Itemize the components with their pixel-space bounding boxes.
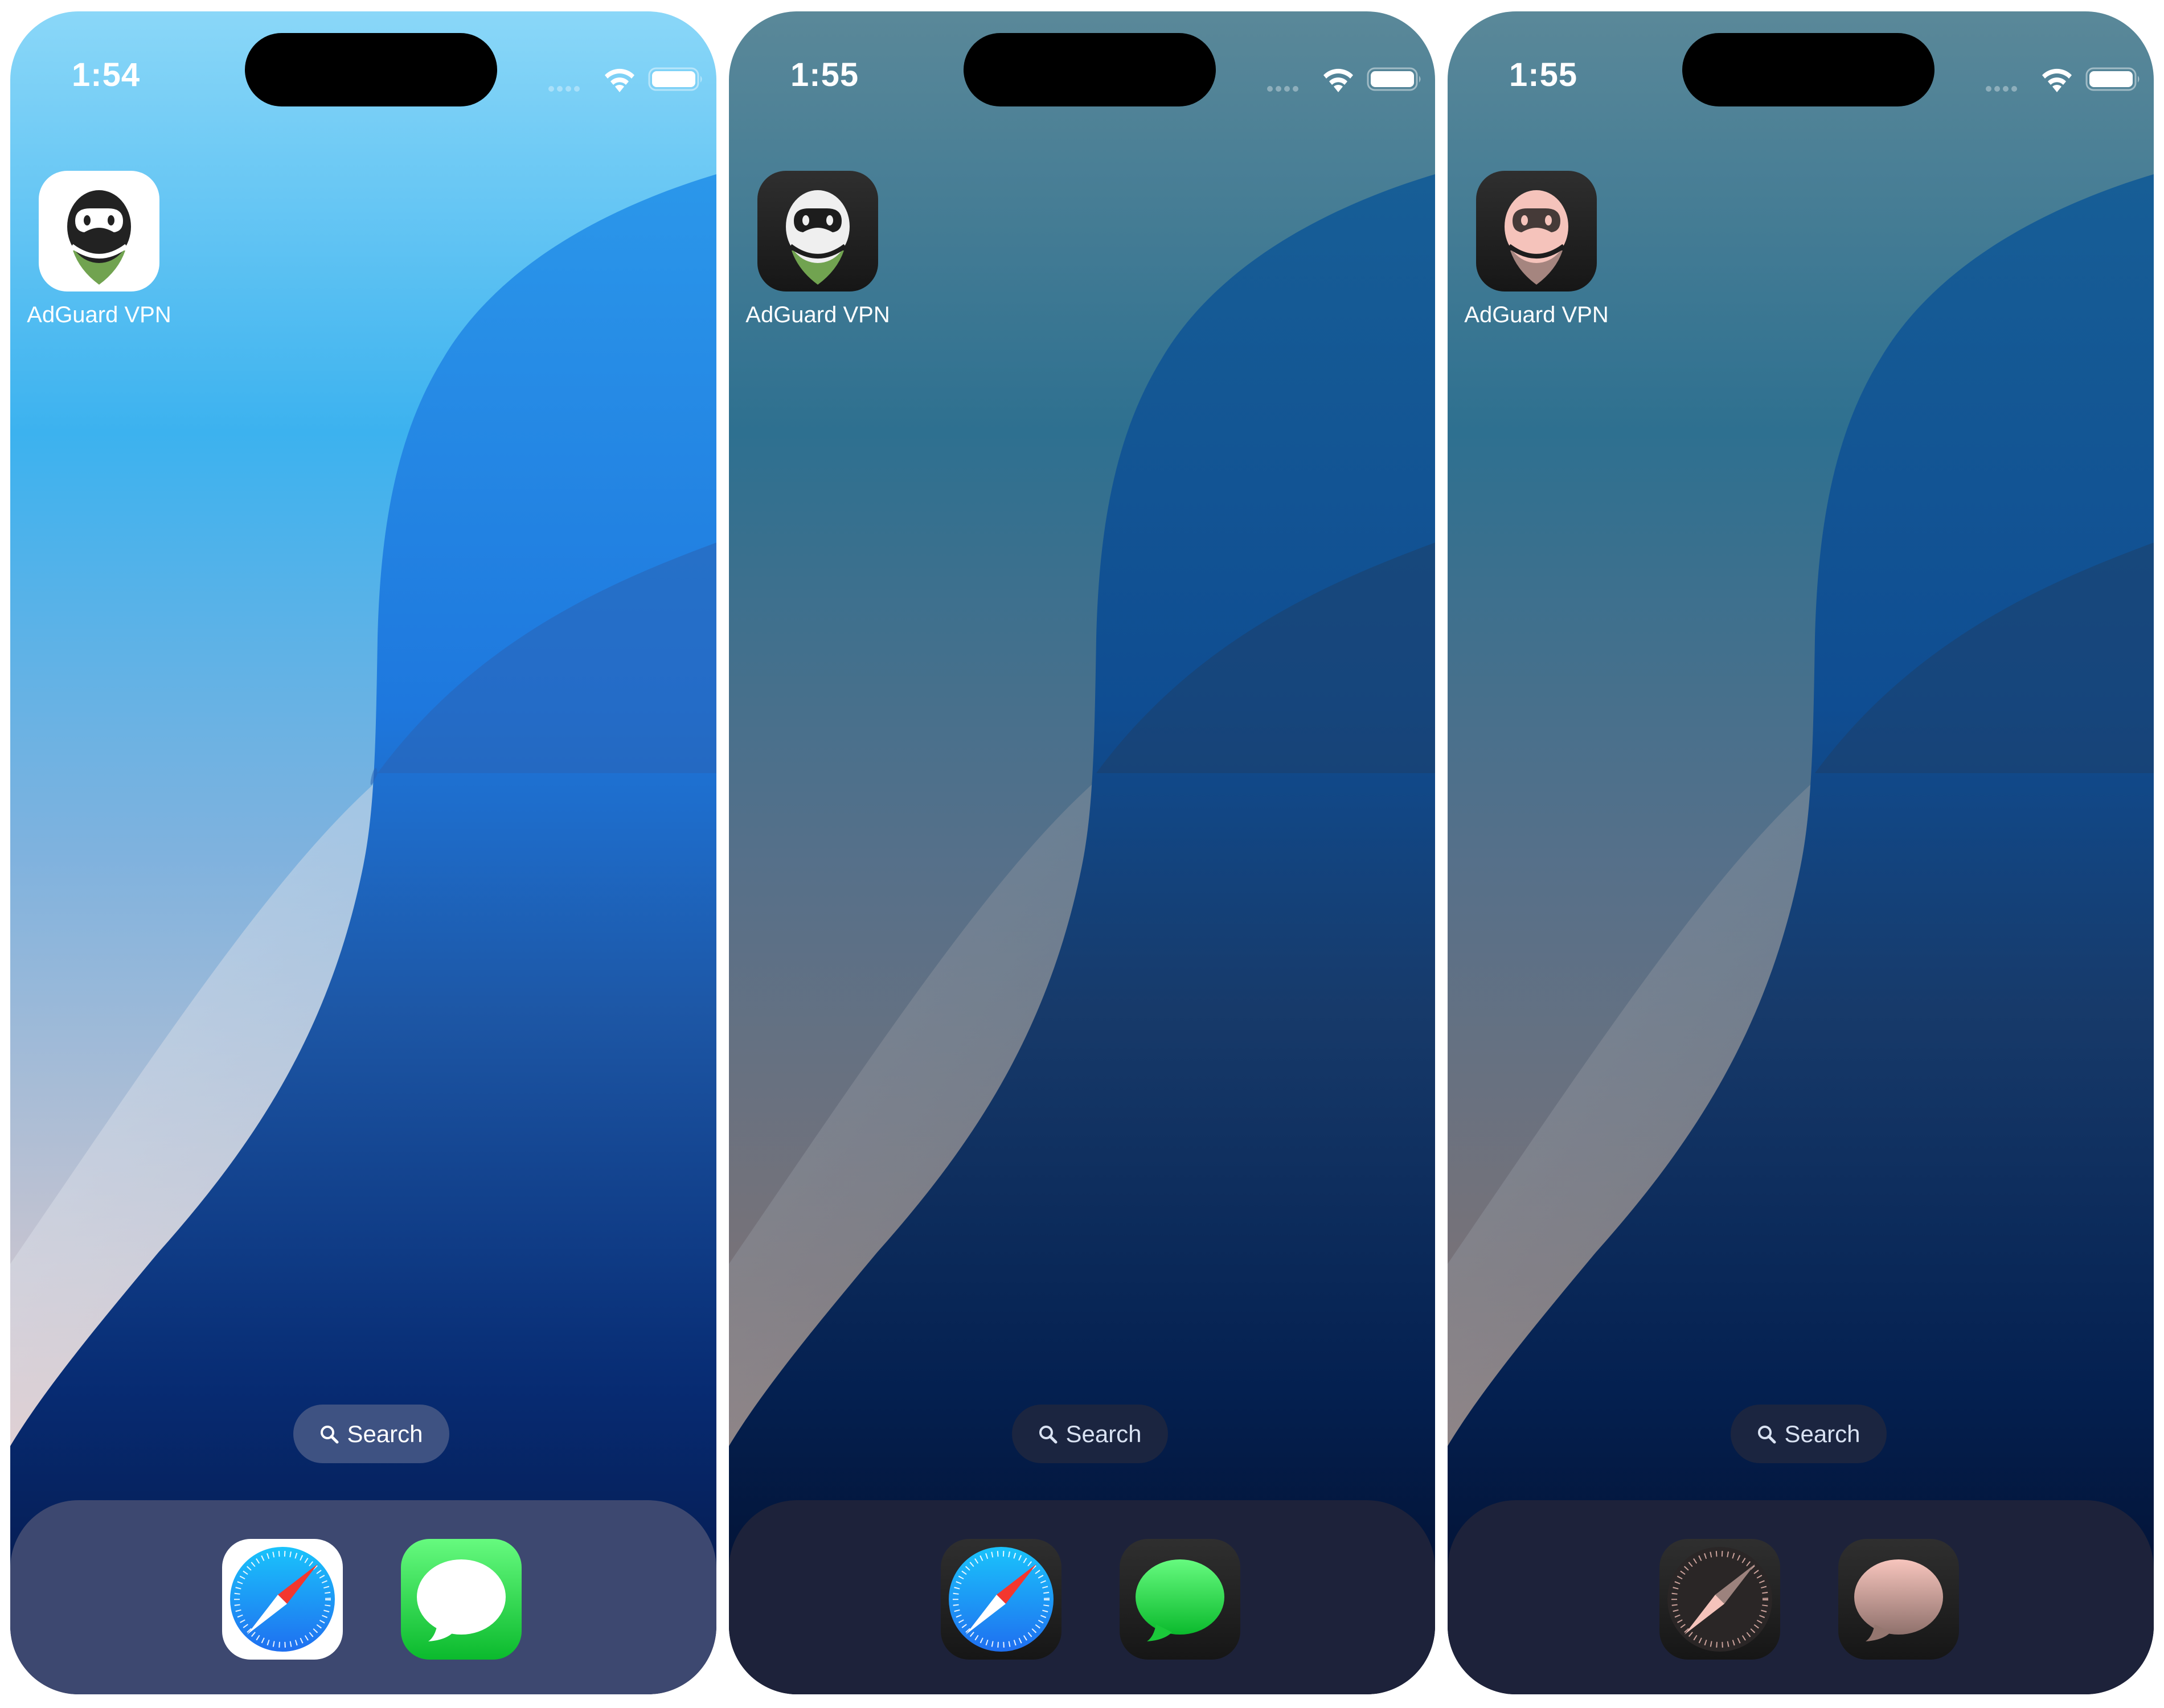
dock [10, 1500, 716, 1694]
adguard-vpn-app-icon[interactable] [1476, 171, 1597, 291]
status-time: 1:55 [790, 56, 859, 93]
search-icon [1039, 1425, 1058, 1443]
adguard-vpn-app-icon[interactable] [39, 171, 159, 291]
search-button[interactable]: Search [1731, 1405, 1887, 1463]
signal-dots-icon [1986, 86, 2017, 92]
search-label: Search [347, 1420, 423, 1447]
dynamic-island [1682, 33, 1935, 106]
phone-screen-light: 1:54 AdGuard VPN Search [10, 11, 716, 1694]
adguard-vpn-icon [757, 171, 878, 291]
adguard-vpn-icon [39, 171, 159, 291]
app-label: AdGuard VPN [745, 302, 890, 327]
status-time: 1:54 [72, 56, 141, 93]
adguard-vpn-app-icon[interactable] [757, 171, 878, 291]
dynamic-island [245, 33, 497, 106]
status-time: 1:55 [1509, 56, 1578, 93]
dock [1448, 1500, 2154, 1694]
search-button[interactable]: Search [1012, 1405, 1168, 1463]
messages-icon [401, 1539, 522, 1660]
messages-app-icon[interactable] [1120, 1539, 1240, 1660]
messages-icon [1838, 1539, 1959, 1660]
safari-app-icon[interactable] [941, 1539, 1061, 1660]
adguard-vpn-icon [1476, 171, 1597, 291]
safari-icon [941, 1539, 1061, 1660]
dock [729, 1500, 1435, 1694]
messages-icon [1120, 1539, 1240, 1660]
wifi-icon [605, 68, 634, 92]
phone-screen-dark: 1:55 AdGuard VPN Search [729, 11, 1435, 1694]
safari-icon [1659, 1539, 1780, 1660]
search-icon [321, 1425, 339, 1443]
battery-icon [2085, 67, 2140, 91]
safari-icon [222, 1539, 343, 1660]
search-button[interactable]: Search [293, 1405, 449, 1463]
battery-icon [648, 67, 702, 91]
search-icon [1758, 1425, 1776, 1443]
app-label: AdGuard VPN [1464, 302, 1609, 327]
wifi-icon [2042, 68, 2072, 92]
dynamic-island [964, 33, 1216, 106]
signal-dots-icon [548, 86, 580, 92]
messages-app-icon[interactable] [1838, 1539, 1959, 1660]
app-label: AdGuard VPN [27, 302, 171, 327]
battery-icon [1367, 67, 1421, 91]
wifi-icon [1323, 68, 1353, 92]
safari-app-icon[interactable] [222, 1539, 343, 1660]
signal-dots-icon [1267, 86, 1298, 92]
search-label: Search [1784, 1420, 1860, 1447]
search-label: Search [1065, 1420, 1142, 1447]
safari-app-icon[interactable] [1659, 1539, 1780, 1660]
messages-app-icon[interactable] [401, 1539, 522, 1660]
phone-screen-tinted: 1:55 AdGuard VPN Search [1448, 11, 2154, 1694]
